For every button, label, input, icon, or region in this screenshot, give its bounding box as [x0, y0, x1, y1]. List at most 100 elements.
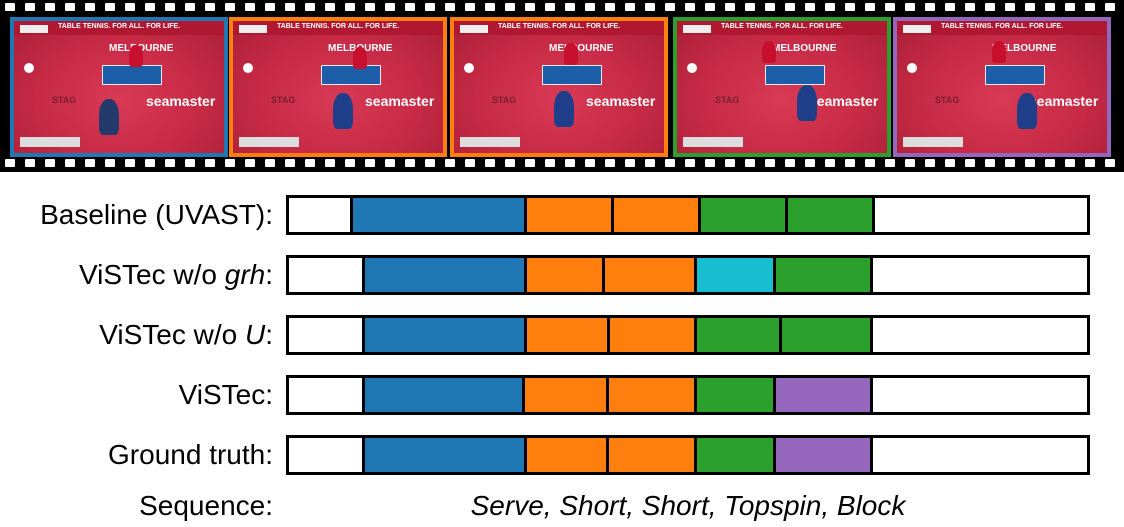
- segment-block: [772, 438, 870, 472]
- sprocket-hole: [825, 3, 835, 11]
- table-tennis-court: [233, 21, 443, 153]
- brand-text: STAG: [935, 95, 960, 105]
- ping-pong-table: [102, 65, 162, 85]
- segment-short: [601, 258, 695, 292]
- sprocket-hole: [725, 159, 735, 167]
- sprocket-hole: [845, 159, 855, 167]
- sprocket-hole: [1085, 159, 1095, 167]
- row-label: ViSTec w/o grh:: [79, 259, 273, 291]
- sprocket-hole: [45, 159, 55, 167]
- segment-none: [289, 438, 363, 472]
- sprocket-hole: [765, 159, 775, 167]
- ball-icon: [243, 63, 253, 73]
- sprocket-hole: [1085, 3, 1095, 11]
- sprocket-hole: [1025, 3, 1035, 11]
- sprocket-hole: [985, 159, 995, 167]
- sprocket-hole: [405, 3, 415, 11]
- sprocket-hole: [185, 3, 195, 11]
- venue-text: MELBOURNE: [772, 43, 837, 54]
- segment-short: [606, 318, 695, 352]
- banner-text: TABLE TENNIS. FOR ALL. FOR LIFE.: [940, 23, 1064, 30]
- sprocket-hole: [205, 159, 215, 167]
- segment-block: [772, 378, 870, 412]
- sprocket-hole: [25, 3, 35, 11]
- sprocket-hole: [905, 3, 915, 11]
- sprocket-hole: [1065, 159, 1075, 167]
- near-player-figure: [1017, 93, 1037, 129]
- segment-topspin: [697, 198, 785, 232]
- sprocket-hole: [105, 159, 115, 167]
- sprocket-hole: [525, 3, 535, 11]
- sponsor-text: seamaster: [809, 93, 879, 109]
- segment-topspin: [778, 318, 870, 352]
- sprocket-hole: [485, 3, 495, 11]
- table-tennis-court: [454, 21, 664, 153]
- sprocket-hole: [925, 3, 935, 11]
- segment-none: [289, 258, 363, 292]
- near-player-figure: [797, 85, 817, 121]
- row-label-italic: U: [244, 319, 266, 350]
- score-overlay: [903, 137, 963, 147]
- segment-short: [524, 318, 607, 352]
- sprocket-hole: [425, 3, 435, 11]
- sprocket-hole: [565, 159, 575, 167]
- sprocket-hole: [725, 3, 735, 11]
- sprocket-hole: [325, 159, 335, 167]
- sprocket-hole: [45, 3, 55, 11]
- sprocket-hole: [1005, 3, 1015, 11]
- sprocket-hole: [325, 3, 335, 11]
- banner-text: TABLE TENNIS. FOR ALL. FOR LIFE.: [497, 23, 621, 30]
- video-frame-3: TABLE TENNIS. FOR ALL. FOR LIFE. MELBOURN…: [450, 17, 668, 157]
- table-tennis-court: [14, 21, 224, 153]
- far-player-figure: [992, 41, 1006, 63]
- sprocket-hole: [65, 159, 75, 167]
- score-overlay: [460, 137, 520, 147]
- sprocket-hole: [505, 3, 515, 11]
- sponsor-text: seamaster: [146, 93, 216, 109]
- sprocket-hole: [345, 159, 355, 167]
- segment-none: [869, 438, 1087, 472]
- segment-topspin: [772, 258, 870, 292]
- sprocket-hole: [705, 3, 715, 11]
- row-label-text: ViSTec w/o: [78, 259, 225, 290]
- sprocket-hole: [865, 159, 875, 167]
- ball-icon: [687, 63, 697, 73]
- near-player-figure: [99, 99, 119, 135]
- segment-short: [522, 378, 606, 412]
- sprocket-hole: [705, 159, 715, 167]
- sprocket-hole: [405, 159, 415, 167]
- sprocket-hole: [465, 159, 475, 167]
- sprocket-hole: [965, 159, 975, 167]
- sprocket-hole: [1105, 3, 1115, 11]
- sprocket-hole: [865, 3, 875, 11]
- sprocket-hole: [165, 159, 175, 167]
- ping-pong-table: [765, 65, 825, 85]
- sprocket-hole: [205, 3, 215, 11]
- video-frame-1: TABLE TENNIS. FOR ALL. FOR LIFE.MELBOURN…: [10, 17, 228, 157]
- row-label: Ground truth:: [108, 439, 273, 471]
- arena-banner: TABLE TENNIS. FOR ALL. FOR LIFE.: [233, 21, 443, 35]
- row-label-text: ViSTec:: [178, 379, 273, 410]
- near-player-figure: [333, 93, 353, 129]
- segment-none: [289, 198, 351, 232]
- segment-none: [871, 198, 1087, 232]
- row-label-suffix: :: [265, 259, 273, 290]
- sprocket-hole: [65, 3, 75, 11]
- banner-text: TABLE TENNIS. FOR ALL. FOR LIFE.: [720, 23, 844, 30]
- sprocket-hole: [605, 159, 615, 167]
- sprocket-hole: [1025, 159, 1035, 167]
- sprocket-hole: [225, 159, 235, 167]
- sprocket-hole: [245, 3, 255, 11]
- sprocket-hole: [445, 3, 455, 11]
- row-label: Baseline (UVAST):: [40, 199, 273, 231]
- sprocket-hole: [525, 159, 535, 167]
- arena-banner: TABLE TENNIS. FOR ALL. FOR LIFE.: [14, 21, 224, 35]
- segment-short: [605, 378, 695, 412]
- sprocket-hole: [885, 3, 895, 11]
- venue-text: MELBOURNE: [549, 43, 614, 54]
- far-player-figure: [564, 43, 578, 65]
- segment-short: [524, 198, 611, 232]
- bottom-sprocket-holes: [0, 159, 1124, 171]
- sponsor-text: seamaster: [1029, 93, 1099, 109]
- sprocket-hole: [385, 159, 395, 167]
